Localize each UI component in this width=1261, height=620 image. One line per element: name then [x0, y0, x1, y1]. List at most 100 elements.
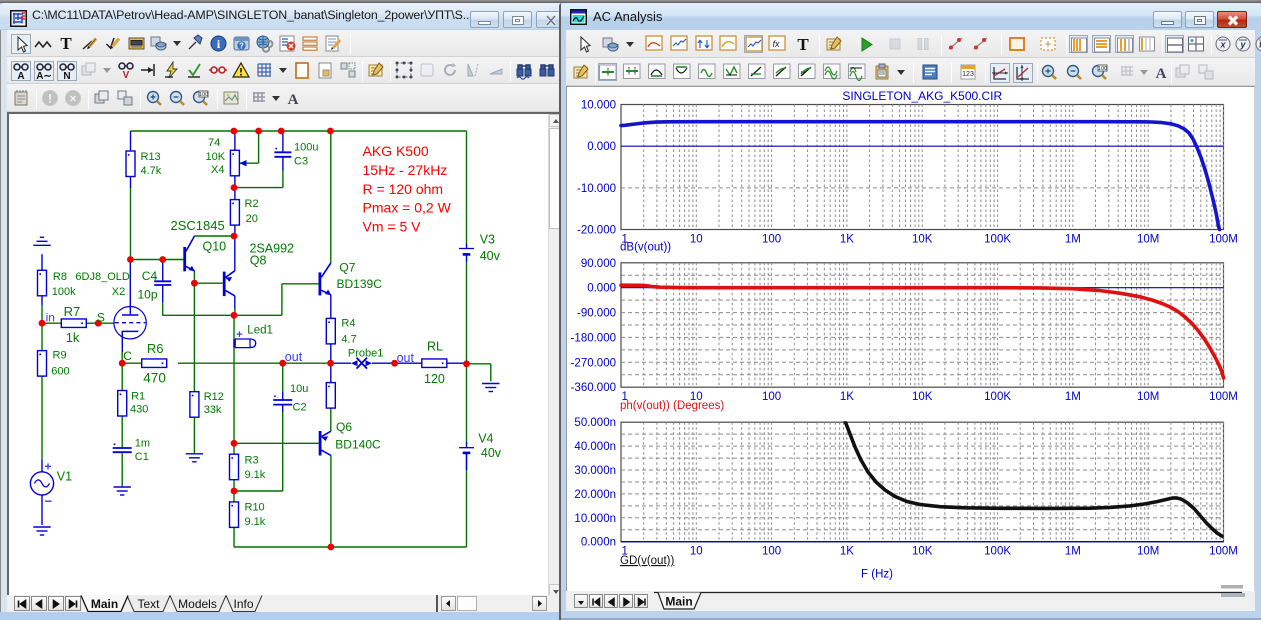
svg-text:C2: C2 [293, 402, 307, 414]
svg-text:100k: 100k [52, 286, 76, 298]
svg-text:BD139C: BD139C [337, 277, 383, 291]
svg-text:1K: 1K [840, 234, 854, 246]
svg-text:4.7k: 4.7k [141, 165, 162, 177]
svg-text:1M: 1M [1065, 234, 1081, 246]
svg-text:600: 600 [51, 365, 69, 377]
svg-text:Main: Main [665, 595, 692, 609]
svg-text:40.000n: 40.000n [574, 441, 616, 453]
svg-text:Main: Main [91, 597, 118, 611]
svg-text:S: S [97, 310, 105, 324]
svg-text:dB(v(out)): dB(v(out)) [620, 242, 671, 254]
svg-text:R10: R10 [245, 501, 265, 513]
svg-text:100: 100 [1098, 66, 1107, 72]
svg-text:30.000n: 30.000n [574, 465, 616, 477]
svg-text:-20.000: -20.000 [577, 225, 616, 237]
svg-text:R2: R2 [245, 198, 259, 210]
svg-text:10K: 10K [912, 234, 933, 246]
svg-text:RL: RL [427, 340, 443, 354]
svg-text:out: out [285, 350, 303, 364]
svg-text:AKG K500: AKG K500 [363, 143, 429, 159]
svg-text:V: V [123, 70, 130, 81]
svg-text:1M: 1M [1065, 546, 1081, 558]
svg-text:-270.000: -270.000 [571, 357, 616, 369]
svg-text:SINGLETON_AKG_K500.CIR: SINGLETON_AKG_K500.CIR [842, 89, 1002, 103]
svg-text:40v: 40v [481, 446, 502, 460]
svg-text:1K: 1K [840, 391, 854, 403]
svg-text:10: 10 [690, 234, 703, 246]
svg-text:Q7: Q7 [339, 261, 355, 275]
svg-text:R6: R6 [147, 341, 164, 356]
svg-text:1m: 1m [135, 437, 150, 449]
svg-text:470: 470 [143, 371, 166, 386]
svg-text:10M: 10M [1137, 546, 1159, 558]
svg-text:T: T [797, 35, 809, 54]
svg-text:A: A [1156, 66, 1167, 82]
svg-text:100K: 100K [984, 546, 1011, 558]
svg-text:Info: Info [233, 597, 253, 611]
svg-text:C: C [123, 349, 132, 363]
svg-text:A: A [17, 71, 24, 82]
svg-text:+: + [45, 459, 52, 473]
svg-text:R4: R4 [341, 318, 355, 330]
svg-text:10K: 10K [912, 391, 933, 403]
svg-text:10p: 10p [138, 287, 158, 301]
svg-text:100K: 100K [984, 234, 1011, 246]
svg-text:74: 74 [208, 137, 220, 149]
svg-text:Q10: Q10 [203, 239, 227, 253]
svg-text:10K: 10K [206, 151, 226, 163]
svg-text:2SC1845: 2SC1845 [171, 218, 225, 233]
svg-text:0.000: 0.000 [587, 141, 616, 153]
svg-text:123: 123 [962, 71, 974, 78]
svg-text:100: 100 [762, 234, 781, 246]
svg-text:T: T [60, 34, 72, 53]
svg-text:120: 120 [424, 372, 445, 386]
svg-text:-10.000: -10.000 [577, 183, 616, 195]
svg-text:R = 120 ohm: R = 120 ohm [363, 181, 444, 197]
svg-text:C1: C1 [135, 451, 149, 463]
svg-text:R7: R7 [64, 304, 81, 319]
svg-text:33k: 33k [204, 404, 222, 416]
svg-text:10u: 10u [290, 383, 308, 395]
svg-text:-90.000: -90.000 [577, 308, 616, 320]
svg-text:V3: V3 [480, 233, 495, 247]
svg-text:Vm = 5 V: Vm = 5 V [363, 218, 422, 234]
svg-text:10K: 10K [912, 546, 933, 558]
svg-text:50.000n: 50.000n [574, 417, 616, 429]
svg-text:100: 100 [199, 92, 208, 98]
svg-text:1K: 1K [840, 546, 854, 558]
svg-text:out: out [397, 351, 415, 365]
svg-text:90.000: 90.000 [581, 258, 616, 270]
svg-text:R13: R13 [141, 151, 161, 163]
svg-text:100: 100 [762, 546, 781, 558]
svg-text:100M: 100M [1209, 234, 1238, 246]
svg-text:100M: 100M [1209, 391, 1238, 403]
svg-text:×: × [69, 92, 76, 106]
svg-text:40v: 40v [480, 249, 501, 263]
svg-text:+: + [236, 329, 242, 341]
svg-text:10.000: 10.000 [581, 100, 616, 112]
svg-text:20.000n: 20.000n [574, 489, 616, 501]
svg-text:Q6: Q6 [336, 420, 352, 434]
svg-text:V4: V4 [478, 432, 493, 446]
svg-text:ph(v(out)) (Degrees): ph(v(out)) (Degrees) [620, 400, 724, 412]
svg-text:6DJ8_OLD: 6DJ8_OLD [75, 271, 129, 283]
svg-text:10: 10 [690, 546, 703, 558]
svg-text:Pmax = 0,2 W: Pmax = 0,2 W [363, 200, 452, 216]
svg-text:Probe1: Probe1 [348, 347, 383, 359]
svg-text:430: 430 [130, 404, 148, 416]
svg-text:R8: R8 [53, 271, 67, 283]
svg-text:x: x [1219, 40, 1226, 50]
svg-text:?: ? [239, 42, 244, 51]
svg-text:R12: R12 [204, 391, 224, 403]
svg-text:15Hz - 27kHz: 15Hz - 27kHz [363, 162, 448, 178]
svg-text:V1: V1 [57, 470, 72, 484]
svg-text:10M: 10M [1137, 391, 1159, 403]
svg-text:1k: 1k [66, 330, 80, 345]
svg-text:F (Hz): F (Hz) [861, 569, 893, 581]
svg-text:fx: fx [772, 39, 780, 49]
svg-text:-360.000: -360.000 [571, 382, 616, 394]
svg-text:10M: 10M [1137, 234, 1159, 246]
svg-text:100M: 100M [1209, 546, 1238, 558]
svg-text:100: 100 [762, 391, 781, 403]
svg-text:−: − [45, 494, 53, 509]
